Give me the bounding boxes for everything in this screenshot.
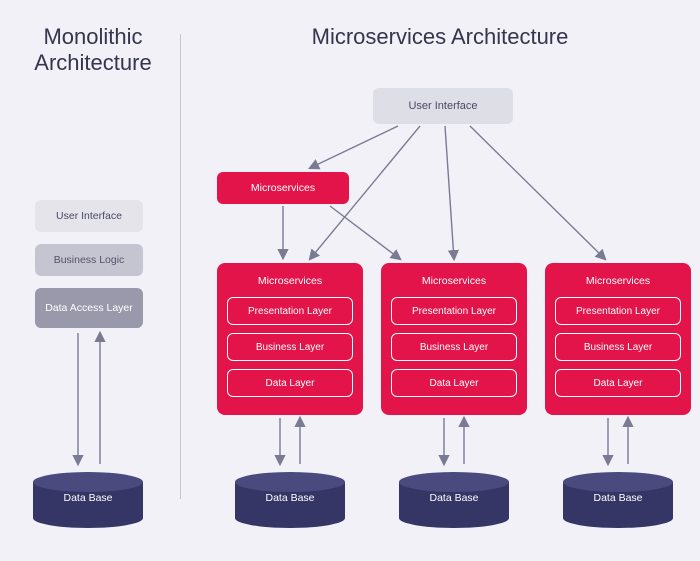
microservice-card-3-title: Microservices: [555, 275, 681, 287]
microservice-database-3-label: Data Base: [563, 492, 673, 504]
microservices-title: Microservices Architecture: [190, 24, 690, 50]
microservice-database-3: Data Base: [563, 482, 673, 518]
microservice-card-2: Microservices Presentation Layer Busines…: [381, 263, 527, 415]
microservice-card-2-data: Data Layer: [391, 369, 517, 397]
microservice-card-2-presentation: Presentation Layer: [391, 297, 517, 325]
microservice-card-3: Microservices Presentation Layer Busines…: [545, 263, 691, 415]
microservice-card-2-business: Business Layer: [391, 333, 517, 361]
monolithic-database: Data Base: [33, 482, 143, 518]
microservice-card-1: Microservices Presentation Layer Busines…: [217, 263, 363, 415]
microservice-card-1-business: Business Layer: [227, 333, 353, 361]
microservice-database-1-label: Data Base: [235, 492, 345, 504]
section-divider: [180, 34, 181, 499]
monolithic-database-label: Data Base: [33, 492, 143, 504]
microservice-database-2-label: Data Base: [399, 492, 509, 504]
microservice-database-1: Data Base: [235, 482, 345, 518]
monolithic-title: Monolithic Architecture: [18, 24, 168, 77]
microservice-card-1-data: Data Layer: [227, 369, 353, 397]
microservices-ui-box: User Interface: [373, 88, 513, 124]
monolithic-business-layer: Business Logic: [35, 244, 143, 276]
microservice-database-2: Data Base: [399, 482, 509, 518]
monolithic-data-access-layer: Data Access Layer: [35, 288, 143, 328]
microservice-card-3-data: Data Layer: [555, 369, 681, 397]
microservice-card-2-title: Microservices: [391, 275, 517, 287]
microservice-card-3-business: Business Layer: [555, 333, 681, 361]
microservices-router: Microservices: [217, 172, 349, 204]
microservice-card-3-presentation: Presentation Layer: [555, 297, 681, 325]
microservice-card-1-presentation: Presentation Layer: [227, 297, 353, 325]
microservice-card-1-title: Microservices: [227, 275, 353, 287]
monolithic-ui-layer: User Interface: [35, 200, 143, 232]
